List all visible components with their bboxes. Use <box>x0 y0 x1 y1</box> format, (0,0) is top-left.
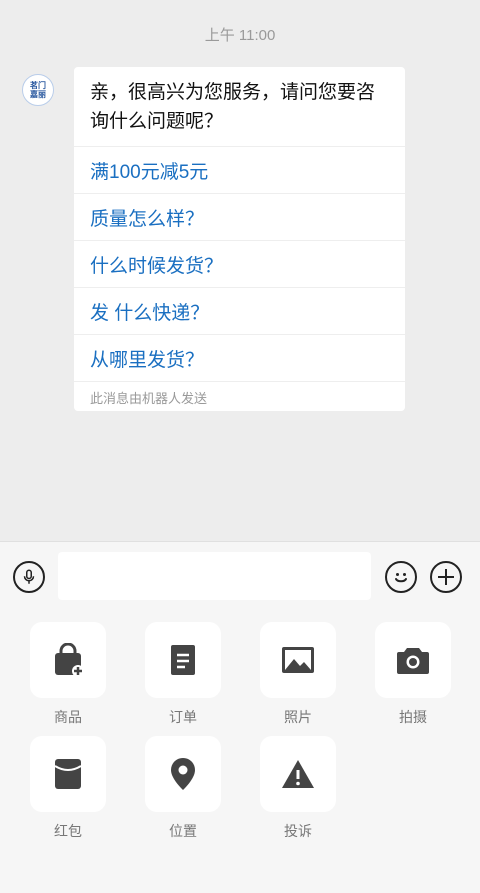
tile-label: 红包 <box>54 823 82 839</box>
bot-notice: 此消息由机器人发送 <box>74 381 405 411</box>
image-icon <box>282 647 314 673</box>
tile-product[interactable]: 商品 <box>30 622 106 727</box>
tile-label: 商品 <box>54 709 82 725</box>
tile-label: 拍摄 <box>399 709 427 725</box>
brand-logo-icon: 茗门嘉丽 <box>30 81 46 99</box>
shopping-bag-add-icon <box>55 643 84 677</box>
more-button[interactable] <box>430 561 462 593</box>
quick-question-option[interactable]: 发 什么快递？ <box>74 287 405 334</box>
message-bubble: 亲，很高兴为您服务，请问您要咨询什么问题呢？ 满100元减5元 质量怎么样？ 什… <box>74 67 405 411</box>
message-timestamp: 上午 11:00 <box>204 27 276 44</box>
tile-photo[interactable]: 照片 <box>260 622 336 727</box>
quick-question-option[interactable]: 满100元减5元 <box>74 146 405 193</box>
bottom-panel: 商品 订单 照片 拍摄 红包 位置 投诉 <box>0 541 480 893</box>
document-icon <box>171 645 195 675</box>
tile-camera[interactable]: 拍摄 <box>375 622 451 727</box>
tile-label: 照片 <box>284 709 312 725</box>
red-envelope-icon <box>54 759 82 789</box>
message-input[interactable] <box>58 552 371 600</box>
tile-label: 位置 <box>169 823 197 839</box>
tile-red-envelope[interactable]: 红包 <box>30 736 106 841</box>
tile-location[interactable]: 位置 <box>145 736 221 841</box>
greeting-text: 亲，很高兴为您服务，请问您要咨询什么问题呢？ <box>90 82 376 132</box>
quick-question-option[interactable]: 什么时候发货？ <box>74 240 405 287</box>
smiley-icon <box>395 573 407 583</box>
microphone-icon <box>23 569 35 584</box>
tile-complaint[interactable]: 投诉 <box>260 736 336 841</box>
emoji-button[interactable] <box>385 561 417 593</box>
chat-area: 上午 11:00 茗门嘉丽 亲，很高兴为您服务，请问您要咨询什么问题呢？ 满10… <box>0 0 480 541</box>
quick-question-option[interactable]: 质量怎么样？ <box>74 193 405 240</box>
tile-order[interactable]: 订单 <box>145 622 221 727</box>
tile-label: 订单 <box>169 709 197 725</box>
camera-icon <box>397 648 429 674</box>
plus-icon <box>438 569 454 585</box>
voice-button[interactable] <box>13 561 45 593</box>
quick-question-option[interactable]: 从哪里发货？ <box>74 334 405 381</box>
warning-icon <box>282 760 314 788</box>
tile-label: 投诉 <box>284 823 312 839</box>
input-row <box>0 552 480 602</box>
avatar[interactable]: 茗门嘉丽 <box>22 74 54 106</box>
location-pin-icon <box>171 758 195 790</box>
